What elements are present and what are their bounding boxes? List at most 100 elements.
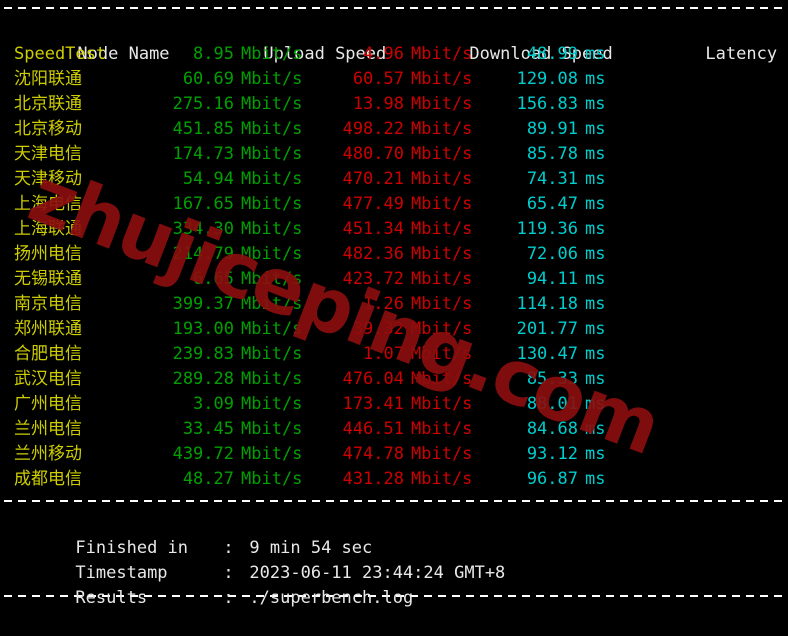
latency-value: 74.31 bbox=[526, 169, 578, 189]
row-latency: 74.31 ms bbox=[512, 167, 672, 192]
download-unit: Mbit/s bbox=[411, 344, 473, 364]
table-row: 兰州移动 439.72 Mbit/s 474.78 Mbit/s 93.12 ms bbox=[14, 442, 788, 467]
latency-unit: ms bbox=[585, 219, 606, 239]
upload-value: 334.30 bbox=[172, 219, 234, 239]
row-node-name: 郑州联通 bbox=[14, 319, 82, 339]
row-download-speed: 451.34 Mbit/s bbox=[332, 217, 512, 242]
download-value: 1.26 bbox=[363, 294, 404, 314]
row-node-name: 南京电信 bbox=[14, 294, 82, 314]
upload-unit: Mbit/s bbox=[241, 194, 303, 214]
summary-colon-results: : bbox=[223, 588, 234, 608]
latency-value: 88.01 bbox=[526, 394, 578, 414]
latency-value: 114.18 bbox=[516, 294, 578, 314]
latency-value: 94.11 bbox=[526, 269, 578, 289]
download-unit: Mbit/s bbox=[411, 244, 473, 264]
upload-unit: Mbit/s bbox=[241, 219, 303, 239]
upload-value: 48.27 bbox=[182, 469, 234, 489]
row-download-speed: 423.72 Mbit/s bbox=[332, 267, 512, 292]
row-download-speed: 13.98 Mbit/s bbox=[332, 92, 512, 117]
upload-unit: Mbit/s bbox=[241, 444, 303, 464]
download-unit: Mbit/s bbox=[411, 469, 473, 489]
row-download-speed: 470.21 Mbit/s bbox=[332, 167, 512, 192]
latency-value: 85.33 bbox=[526, 369, 578, 389]
row-latency: 156.83 ms bbox=[512, 92, 672, 117]
table-row: 北京移动 451.85 Mbit/s 498.22 Mbit/s 89.91 ms bbox=[14, 117, 788, 142]
row-upload-speed: 451.85 Mbit/s bbox=[162, 117, 332, 142]
download-value: 446.51 bbox=[342, 419, 404, 439]
latency-value: 130.47 bbox=[516, 344, 578, 364]
latency-unit: ms bbox=[585, 469, 606, 489]
summary-colon-timestamp: : bbox=[223, 563, 234, 583]
row-upload-speed: 399.37 Mbit/s bbox=[162, 292, 332, 317]
upload-unit: Mbit/s bbox=[241, 469, 303, 489]
row-latency: 114.18 ms bbox=[512, 292, 672, 317]
download-unit: Mbit/s bbox=[411, 319, 473, 339]
row-download-speed: 498.22 Mbit/s bbox=[332, 117, 512, 142]
latency-value: 201.77 bbox=[516, 319, 578, 339]
latency-value: 72.06 bbox=[526, 244, 578, 264]
download-value: 476.04 bbox=[342, 369, 404, 389]
latency-unit: ms bbox=[585, 319, 606, 339]
row-download-speed: 431.28 Mbit/s bbox=[332, 467, 512, 492]
table-header-row: Node Name Upload Speed Download Speed Laten… bbox=[14, 17, 788, 64]
upload-unit: Mbit/s bbox=[241, 169, 303, 189]
latency-value: 85.78 bbox=[526, 144, 578, 164]
summary-value-timestamp: 2023-06-11 23:44:24 GMT+8 bbox=[249, 563, 506, 583]
download-unit: Mbit/s bbox=[411, 294, 473, 314]
row-upload-speed: 214.79 Mbit/s bbox=[162, 242, 332, 267]
table-row: 广州电信 3.09 Mbit/s 173.41 Mbit/s 88.01 ms bbox=[14, 392, 788, 417]
row-latency: 88.01 ms bbox=[512, 392, 672, 417]
upload-value: 174.73 bbox=[172, 144, 234, 164]
row-download-speed: 476.04 Mbit/s bbox=[332, 367, 512, 392]
row-download-speed: 173.41 Mbit/s bbox=[332, 392, 512, 417]
latency-unit: ms bbox=[585, 344, 606, 364]
download-value: 1.07 bbox=[363, 344, 404, 364]
summary-label-results: Results bbox=[75, 588, 148, 608]
row-node-name-speedtest: SpeedTest bbox=[14, 44, 107, 64]
row-upload-speed: 8.95 Mbit/s bbox=[162, 42, 332, 67]
row-upload-speed: 289.28 Mbit/s bbox=[162, 367, 332, 392]
upload-unit: Mbit/s bbox=[241, 244, 303, 264]
row-download-speed: 474.78 Mbit/s bbox=[332, 442, 512, 467]
table-row: 成都电信 48.27 Mbit/s 431.28 Mbit/s 96.87 ms bbox=[14, 467, 788, 492]
row-download-speed: 480.70 Mbit/s bbox=[332, 142, 512, 167]
summary-label-timestamp: Timestamp bbox=[75, 563, 168, 583]
row-upload-speed: 174.73 Mbit/s bbox=[162, 142, 332, 167]
row-node-name: 兰州移动 bbox=[14, 444, 82, 464]
download-unit: Mbit/s bbox=[411, 219, 473, 239]
latency-unit: ms bbox=[585, 269, 606, 289]
upload-value: 3.09 bbox=[193, 394, 234, 414]
download-value: 39.32 bbox=[352, 319, 404, 339]
latency-unit: ms bbox=[585, 394, 606, 414]
summary-value-results: ./superbench.log bbox=[249, 588, 414, 608]
row-upload-speed: 193.00 Mbit/s bbox=[162, 317, 332, 342]
upload-value: 439.72 bbox=[172, 444, 234, 464]
row-upload-speed: 334.30 Mbit/s bbox=[162, 217, 332, 242]
latency-unit: ms bbox=[585, 369, 606, 389]
upload-unit: Mbit/s bbox=[241, 44, 303, 64]
upload-unit: Mbit/s bbox=[241, 319, 303, 339]
latency-unit: ms bbox=[585, 244, 606, 264]
row-node-name: 天津电信 bbox=[14, 144, 82, 164]
latency-value: 96.87 bbox=[526, 469, 578, 489]
latency-value: 65.47 bbox=[526, 194, 578, 214]
download-value: 173.41 bbox=[342, 394, 404, 414]
download-unit: Mbit/s bbox=[411, 419, 473, 439]
summary-value-finished-in: 9 min 54 sec bbox=[249, 538, 373, 558]
upload-unit: Mbit/s bbox=[241, 294, 303, 314]
row-latency: 85.78 ms bbox=[512, 142, 672, 167]
download-unit: Mbit/s bbox=[411, 144, 473, 164]
row-upload-speed: 439.72 Mbit/s bbox=[162, 442, 332, 467]
download-unit: Mbit/s bbox=[411, 119, 473, 139]
summary-row-finished-in: Finished in:9 min 54 sec bbox=[14, 511, 788, 558]
latency-unit: ms bbox=[585, 69, 606, 89]
row-download-speed: 482.36 Mbit/s bbox=[332, 242, 512, 267]
upload-unit: Mbit/s bbox=[241, 269, 303, 289]
upload-unit: Mbit/s bbox=[241, 419, 303, 439]
download-unit: Mbit/s bbox=[411, 69, 473, 89]
download-value: 482.36 bbox=[342, 244, 404, 264]
row-upload-speed: 60.69 Mbit/s bbox=[162, 67, 332, 92]
table-row: 沈阳联通 60.69 Mbit/s 60.57 Mbit/s 129.08 ms bbox=[14, 67, 788, 92]
download-unit: Mbit/s bbox=[411, 44, 473, 64]
latency-value: 119.36 bbox=[516, 219, 578, 239]
